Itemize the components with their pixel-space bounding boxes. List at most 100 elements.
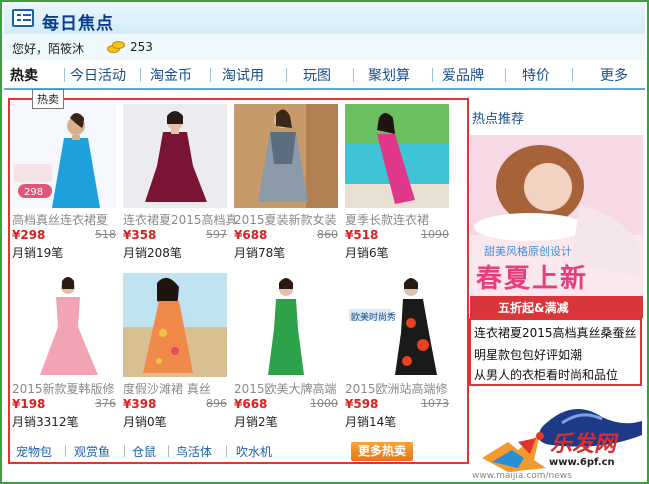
product-old-price: 860 xyxy=(317,228,338,241)
product-price: ¥518 xyxy=(345,228,379,242)
category-link[interactable]: 鸟活体 xyxy=(176,443,212,460)
watermark-brand: 乐发网 xyxy=(550,431,617,457)
product-card[interactable]: 2015新款夏韩版修 ¥198 376 月销3312笔 xyxy=(12,273,124,438)
tab-more[interactable]: 更多 xyxy=(600,65,628,85)
product-monthly-sales: 月销0笔 xyxy=(123,415,167,429)
product-name[interactable]: 2015欧洲站高端修 xyxy=(345,380,457,397)
product-name[interactable]: 度假沙滩裙 真丝 xyxy=(123,380,235,397)
promo-link[interactable]: 明星款包包好评如潮 xyxy=(474,346,582,363)
tab-juhuasuan[interactable]: 聚划算 xyxy=(368,65,410,85)
product-image[interactable]: 298 xyxy=(12,104,116,208)
product-monthly-sales: 月销6笔 xyxy=(345,246,389,260)
category-divider xyxy=(65,445,66,457)
coins-icon xyxy=(107,39,127,54)
product-name[interactable]: 2015欧美大牌高端 xyxy=(234,380,346,397)
product-monthly-sales: 月销3312笔 xyxy=(12,415,79,429)
product-monthly-sales: 月销208笔 xyxy=(123,246,182,260)
tab-today-events[interactable]: 今日活动 xyxy=(70,65,126,85)
banner-subtitle: 甜美风格原创设计 xyxy=(484,245,572,258)
tab-divider xyxy=(505,68,506,82)
product-old-price: 1090 xyxy=(421,228,449,241)
product-image[interactable] xyxy=(234,104,338,208)
product-badge: 298 xyxy=(24,187,43,198)
product-name[interactable]: 夏季长款连衣裙 xyxy=(345,211,457,228)
tab-taojinbi[interactable]: 淘金币 xyxy=(150,65,192,85)
product-name[interactable]: 2015新款夏韩版修 xyxy=(12,380,124,397)
banner-title: 春夏上新 xyxy=(476,264,589,294)
category-divider xyxy=(226,445,227,457)
product-old-price: 597 xyxy=(206,228,227,241)
product-overlay-text: 欧美时尚秀 xyxy=(351,313,397,323)
watermark-url: www.6pf.cn xyxy=(549,457,615,468)
product-card[interactable]: 连衣裙夏2015高档真丝 ¥358 597 月销208笔 xyxy=(123,104,235,269)
banner-discount-text: 五折起&满减 xyxy=(498,301,569,315)
category-divider xyxy=(124,445,125,457)
category-link[interactable]: 仓鼠 xyxy=(132,443,156,460)
product-card[interactable]: 2015欧美大牌高端 ¥668 1000 月销2笔 xyxy=(234,273,346,438)
promo-link[interactable]: 从男人的衣柜看时尚和品位 xyxy=(474,366,618,383)
product-grid: 298 高档真丝连衣裙夏 ¥298 518 月销19笔 连衣裙夏2015高档真丝… xyxy=(8,98,469,464)
promo-link[interactable]: 连衣裙夏2015高档真丝桑蚕丝 xyxy=(474,324,637,341)
app-window: 每日焦点 您好，陌筱沐 253 热卖 今日活动 淘金币 淘试用 玩图 聚划算 爱… xyxy=(0,0,649,484)
user-bar: 您好，陌筱沐 253 xyxy=(4,34,645,60)
tab-divider xyxy=(286,68,287,82)
product-old-price: 1073 xyxy=(421,397,449,410)
product-price: ¥688 xyxy=(234,228,268,242)
product-monthly-sales: 月销14笔 xyxy=(345,415,397,429)
tab-divider xyxy=(572,68,573,82)
user-greeting: 您好，陌筱沐 xyxy=(12,42,85,56)
product-card[interactable]: 298 高档真丝连衣裙夏 ¥298 518 月销19笔 xyxy=(12,104,124,269)
tab-bar: 热卖 今日活动 淘金币 淘试用 玩图 聚划算 爱品牌 特价 更多 xyxy=(4,60,645,90)
product-card[interactable]: 2015夏装新款女装 ¥688 860 月销78笔 xyxy=(234,104,346,269)
category-link[interactable]: 吹水机 xyxy=(236,443,272,460)
product-name[interactable]: 2015夏装新款女装 xyxy=(234,211,346,228)
product-price: ¥358 xyxy=(123,228,157,242)
tab-trial[interactable]: 淘试用 xyxy=(222,65,264,85)
more-hot-sale-button[interactable]: 更多热卖 xyxy=(351,442,413,461)
product-image[interactable] xyxy=(345,104,449,208)
tab-love-brand[interactable]: 爱品牌 xyxy=(442,65,484,85)
product-price: ¥398 xyxy=(123,397,157,411)
tab-play-pictures[interactable]: 玩图 xyxy=(303,65,331,85)
tab-divider xyxy=(432,68,433,82)
product-old-price: 518 xyxy=(95,228,116,241)
watermark-url-secondary: www.maijia.com/news xyxy=(472,471,572,481)
tab-divider xyxy=(140,68,141,82)
product-price: ¥668 xyxy=(234,397,268,411)
product-price: ¥598 xyxy=(345,397,379,411)
product-image[interactable] xyxy=(123,104,227,208)
product-card[interactable]: 夏季长款连衣裙 ¥518 1090 月销6笔 xyxy=(345,104,457,269)
category-link[interactable]: 宠物包 xyxy=(16,443,52,460)
title-bar: 每日焦点 xyxy=(4,4,645,34)
coin-count: 253 xyxy=(130,40,153,54)
tab-special-price[interactable]: 特价 xyxy=(522,65,550,85)
product-image[interactable] xyxy=(123,273,227,377)
product-monthly-sales: 月销2笔 xyxy=(234,415,278,429)
hot-recommend-title: 热点推荐 xyxy=(472,112,525,127)
product-card[interactable]: 欧美时尚秀 2015欧洲站高端修 ¥598 1073 月销14笔 xyxy=(345,273,457,438)
product-price: ¥198 xyxy=(12,397,46,411)
product-monthly-sales: 月销19笔 xyxy=(12,246,64,260)
product-image[interactable] xyxy=(12,273,116,377)
product-card[interactable]: 度假沙滩裙 真丝 ¥398 896 月销0笔 xyxy=(123,273,235,438)
list-window-icon xyxy=(12,9,34,27)
product-price: ¥298 xyxy=(12,228,46,242)
product-monthly-sales: 月销78笔 xyxy=(234,246,286,260)
product-image[interactable] xyxy=(345,273,449,377)
product-name[interactable]: 连衣裙夏2015高档真丝 xyxy=(123,211,235,228)
app-title: 每日焦点 xyxy=(42,14,114,34)
product-old-price: 376 xyxy=(95,397,116,410)
tab-tooltip: 热卖 xyxy=(32,89,64,109)
promo-links-box: 连衣裙夏2015高档真丝桑蚕丝 明星款包包好评如潮 从男人的衣柜看时尚和品位 xyxy=(469,318,642,386)
category-link[interactable]: 观赏鱼 xyxy=(74,443,110,460)
category-bar: 宠物包 观赏鱼 仓鼠 鸟活体 吹水机 xyxy=(8,439,348,461)
tab-hot-sale[interactable]: 热卖 xyxy=(10,65,38,85)
tab-divider xyxy=(353,68,354,82)
category-divider xyxy=(168,445,169,457)
tab-divider xyxy=(210,68,211,82)
promo-banner[interactable]: 甜美风格原创设计 春夏上新 五折起&满减 xyxy=(470,135,643,318)
product-image[interactable] xyxy=(234,273,338,377)
tab-divider xyxy=(64,68,65,82)
product-old-price: 1000 xyxy=(310,397,338,410)
product-name[interactable]: 高档真丝连衣裙夏 xyxy=(12,211,124,228)
